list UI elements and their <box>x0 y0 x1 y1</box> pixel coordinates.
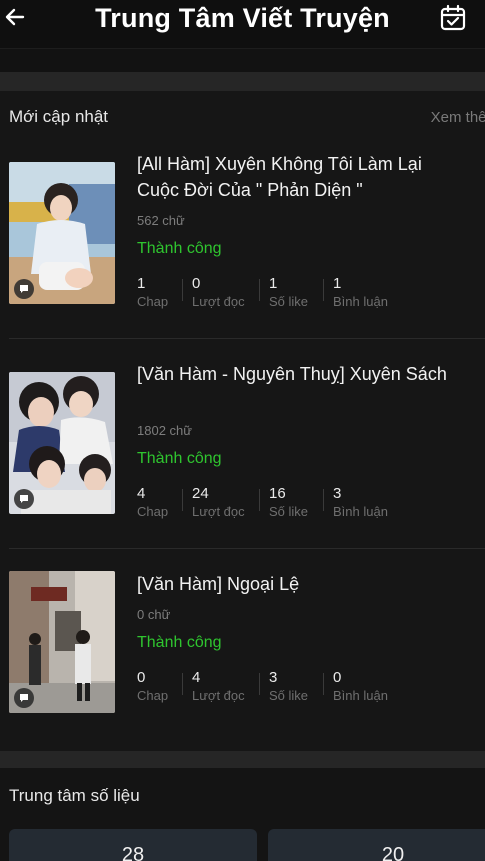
stat-card[interactable]: 20 <box>268 829 485 861</box>
comment-badge <box>14 688 34 708</box>
comment-badge <box>14 279 34 299</box>
stat-chap: 0 Chap <box>137 669 192 709</box>
stat-value: 1 <box>269 275 278 292</box>
stat-divider <box>323 279 324 301</box>
story-title: [Văn Hàm - Nguyên Thuỵ] Xuyên Sách <box>137 364 447 384</box>
story-item[interactable]: [All Hàm] Xuyên Không Tôi Làm Lại Cuộc Đ… <box>0 129 485 339</box>
recent-updates-section: Mới cập nhật Xem thêm <box>0 91 485 751</box>
comment-icon <box>18 692 30 704</box>
section-spacer <box>0 751 485 768</box>
stat-value: 3 <box>269 669 278 686</box>
stat-value: 0 <box>192 275 201 292</box>
stat-divider <box>259 673 260 695</box>
stat-value: 0 <box>137 669 146 686</box>
story-item[interactable]: [Văn Hàm] Ngoại Lệ 0 chữ Thành công 0 Ch… <box>0 549 485 751</box>
stat-chap: 4 Chap <box>137 485 192 525</box>
stat-label: Chap <box>137 688 169 703</box>
stat-chap: 1 Chap <box>137 275 192 315</box>
calendar-button[interactable] <box>437 4 469 36</box>
stat-label: Lượt đọc <box>192 688 245 703</box>
word-count: 1802 chữ <box>137 423 192 438</box>
word-count: 562 chữ <box>137 213 185 228</box>
stat-value: 4 <box>137 485 146 502</box>
stat-value: 3 <box>333 485 342 502</box>
stat-label: Chap <box>137 504 169 519</box>
story-cover[interactable] <box>9 372 115 514</box>
stat-value: 0 <box>333 669 342 686</box>
stat-divider <box>323 673 324 695</box>
section-title: Mới cập nhật <box>9 107 109 126</box>
calendar-check-icon <box>439 4 467 37</box>
section-title: Trung tâm số liệu <box>9 786 140 805</box>
stat-comments: 1 Bình luận <box>333 275 413 315</box>
stat-label: Số like <box>269 688 309 703</box>
story-item[interactable]: [Văn Hàm - Nguyên Thuỵ] Xuyên Sách 1802 … <box>0 339 485 549</box>
stat-value: 24 <box>192 485 209 502</box>
stat-divider <box>323 489 324 511</box>
stat-label: Bình luận <box>333 504 388 519</box>
story-title: [Văn Hàm] Ngoại Lệ <box>137 574 300 594</box>
word-count: 0 chữ <box>137 607 171 622</box>
stat-divider <box>259 489 260 511</box>
stat-label: Lượt đọc <box>192 504 245 519</box>
stat-card-value: 20 <box>381 844 405 861</box>
stat-value: 16 <box>269 485 286 502</box>
section-spacer <box>0 72 485 91</box>
comment-icon <box>18 283 30 295</box>
stat-card-value: 28 <box>121 844 145 861</box>
top-bar: Trung Tâm Viết Truyện <box>0 0 485 48</box>
stat-label: Bình luận <box>333 294 388 309</box>
story-cover[interactable] <box>9 162 115 304</box>
comment-icon <box>18 493 30 505</box>
stat-label: Lượt đọc <box>192 294 245 309</box>
stat-views: 24 Lượt đọc <box>192 485 269 525</box>
stat-label: Số like <box>269 504 309 519</box>
stat-value: 1 <box>333 275 342 292</box>
status-text: Thành công <box>137 450 222 467</box>
page-title: Trung Tâm Viết Truyện <box>95 3 390 33</box>
stat-divider <box>182 489 183 511</box>
stat-value: 4 <box>192 669 201 686</box>
data-center-section: Trung tâm số liệu 28 20 <box>0 768 485 861</box>
stat-card[interactable]: 28 <box>9 829 257 861</box>
header-divider <box>0 48 485 49</box>
stat-divider <box>182 279 183 301</box>
story-cover[interactable] <box>9 571 115 713</box>
see-more-link[interactable]: Xem thêm <box>431 109 485 126</box>
stat-label: Số like <box>269 294 309 309</box>
stat-comments: 0 Bình luận <box>333 669 413 709</box>
story-stats: 1 Chap 0 Lượt đọc 1 Số like 1 Bình luận <box>137 275 413 315</box>
comment-badge <box>14 489 34 509</box>
story-stats: 4 Chap 24 Lượt đọc 16 Số like 3 Bình luậ… <box>137 485 413 525</box>
stat-divider <box>182 673 183 695</box>
stat-views: 4 Lượt đọc <box>192 669 269 709</box>
stat-comments: 3 Bình luận <box>333 485 413 525</box>
stat-label: Bình luận <box>333 688 388 703</box>
status-text: Thành công <box>137 634 222 651</box>
writing-center-screen: Trung Tâm Viết Truyện Mới cập nhật Xem t… <box>0 0 485 861</box>
stat-views: 0 Lượt đọc <box>192 275 269 315</box>
story-title: [All Hàm] Xuyên Không Tôi Làm Lại Cuộc Đ… <box>137 154 422 200</box>
story-stats: 0 Chap 4 Lượt đọc 3 Số like 0 Bình luận <box>137 669 413 709</box>
status-text: Thành công <box>137 240 222 257</box>
stat-divider <box>259 279 260 301</box>
stat-value: 1 <box>137 275 146 292</box>
stat-label: Chap <box>137 294 169 309</box>
